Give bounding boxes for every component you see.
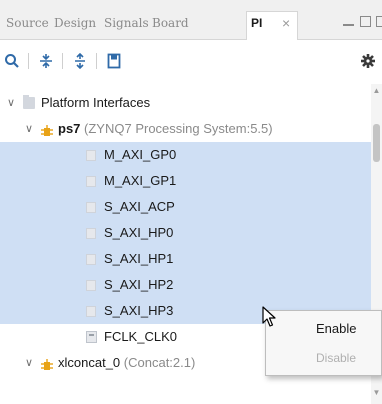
toolbar-divider xyxy=(96,53,97,69)
tree-node-ps7[interactable]: ∨ ps7 (ZYNQ7 Processing System:5.5) xyxy=(0,116,372,142)
toolbar xyxy=(0,41,382,81)
ip-detail: (ZYNQ7 Processing System:5.5) xyxy=(84,121,273,136)
tree-node-label: S_AXI_HP2 xyxy=(104,277,174,292)
scroll-up-icon[interactable]: ▲ xyxy=(372,86,381,95)
tree-node-label: M_AXI_GP0 xyxy=(104,147,177,162)
expand-all-icon[interactable] xyxy=(70,51,90,71)
chevron-down-icon[interactable]: ∨ xyxy=(22,350,36,376)
interface-icon xyxy=(86,150,96,161)
tree-node-label: M_AXI_GP1 xyxy=(104,173,177,188)
ip-name: ps7 xyxy=(58,121,81,136)
ip-block-icon xyxy=(40,122,54,136)
tree-node-interface[interactable]: M_AXI_GP0 xyxy=(0,142,372,168)
interface-icon xyxy=(86,306,96,317)
maximize-icon[interactable] xyxy=(360,16,371,27)
interface-icon xyxy=(86,254,96,265)
folder-icon xyxy=(23,95,35,109)
tree-node-label: S_AXI_HP0 xyxy=(104,225,174,240)
tree-node-interface[interactable]: S_AXI_HP2 xyxy=(0,272,372,298)
search-icon[interactable] xyxy=(2,51,22,71)
tree-node-label: xlconcat_0 (Concat:2.1) xyxy=(58,350,195,376)
interface-icon xyxy=(86,228,96,239)
tree-node-platform-interfaces[interactable]: ∨ Platform Interfaces xyxy=(0,90,372,116)
interface-icon xyxy=(86,280,96,291)
properties-icon[interactable] xyxy=(104,51,124,71)
collapse-all-icon[interactable] xyxy=(36,51,56,71)
interface-icon xyxy=(86,202,96,213)
tab-pi-label: PI xyxy=(251,16,263,30)
minimize-icon[interactable] xyxy=(343,24,354,26)
tree-node-interface[interactable]: S_AXI_HP0 xyxy=(0,220,372,246)
toolbar-divider xyxy=(62,53,63,69)
close-icon[interactable]: × xyxy=(282,12,290,34)
tree-node-label: S_AXI_HP3 xyxy=(104,303,174,318)
scroll-thumb[interactable] xyxy=(373,124,380,162)
ip-block-icon xyxy=(40,356,54,370)
restore-icon[interactable] xyxy=(376,16,382,27)
tab-bar: Source Design Signals Board PI × xyxy=(0,0,382,40)
context-menu: Enable Disable xyxy=(265,310,382,376)
chevron-down-icon[interactable]: ∨ xyxy=(22,116,36,142)
scroll-down-icon[interactable]: ▼ xyxy=(372,388,381,397)
tree-node-interface[interactable]: S_AXI_HP1 xyxy=(0,246,372,272)
ip-detail: (Concat:2.1) xyxy=(123,355,196,370)
menu-item-enable[interactable]: Enable xyxy=(266,315,382,343)
toolbar-divider xyxy=(28,53,29,69)
tree-node-interface[interactable]: M_AXI_GP1 xyxy=(0,168,372,194)
gear-icon[interactable] xyxy=(358,51,378,71)
mouse-cursor-icon xyxy=(262,306,276,327)
ip-name: xlconcat_0 xyxy=(58,355,121,370)
tree-node-label: S_AXI_ACP xyxy=(104,199,175,214)
tree-node-label: S_AXI_HP1 xyxy=(104,251,174,266)
tree-node-label: Platform Interfaces xyxy=(41,95,151,110)
tab-source[interactable]: Source xyxy=(6,12,52,34)
chevron-down-icon[interactable]: ∨ xyxy=(4,90,18,116)
tree-node-label: FCLK_CLK0 xyxy=(104,329,177,344)
interface-icon xyxy=(86,176,96,187)
menu-item-disable: Disable xyxy=(316,351,357,365)
tab-design[interactable]: Design xyxy=(54,12,102,34)
tree-node-label: ps7 (ZYNQ7 Processing System:5.5) xyxy=(58,116,273,142)
tab-pi[interactable]: PI xyxy=(246,11,298,40)
tree-node-interface[interactable]: S_AXI_ACP xyxy=(0,194,372,220)
clock-port-icon xyxy=(86,331,97,343)
tab-board[interactable]: Board xyxy=(152,12,192,34)
tab-signals[interactable]: Signals xyxy=(104,12,150,34)
